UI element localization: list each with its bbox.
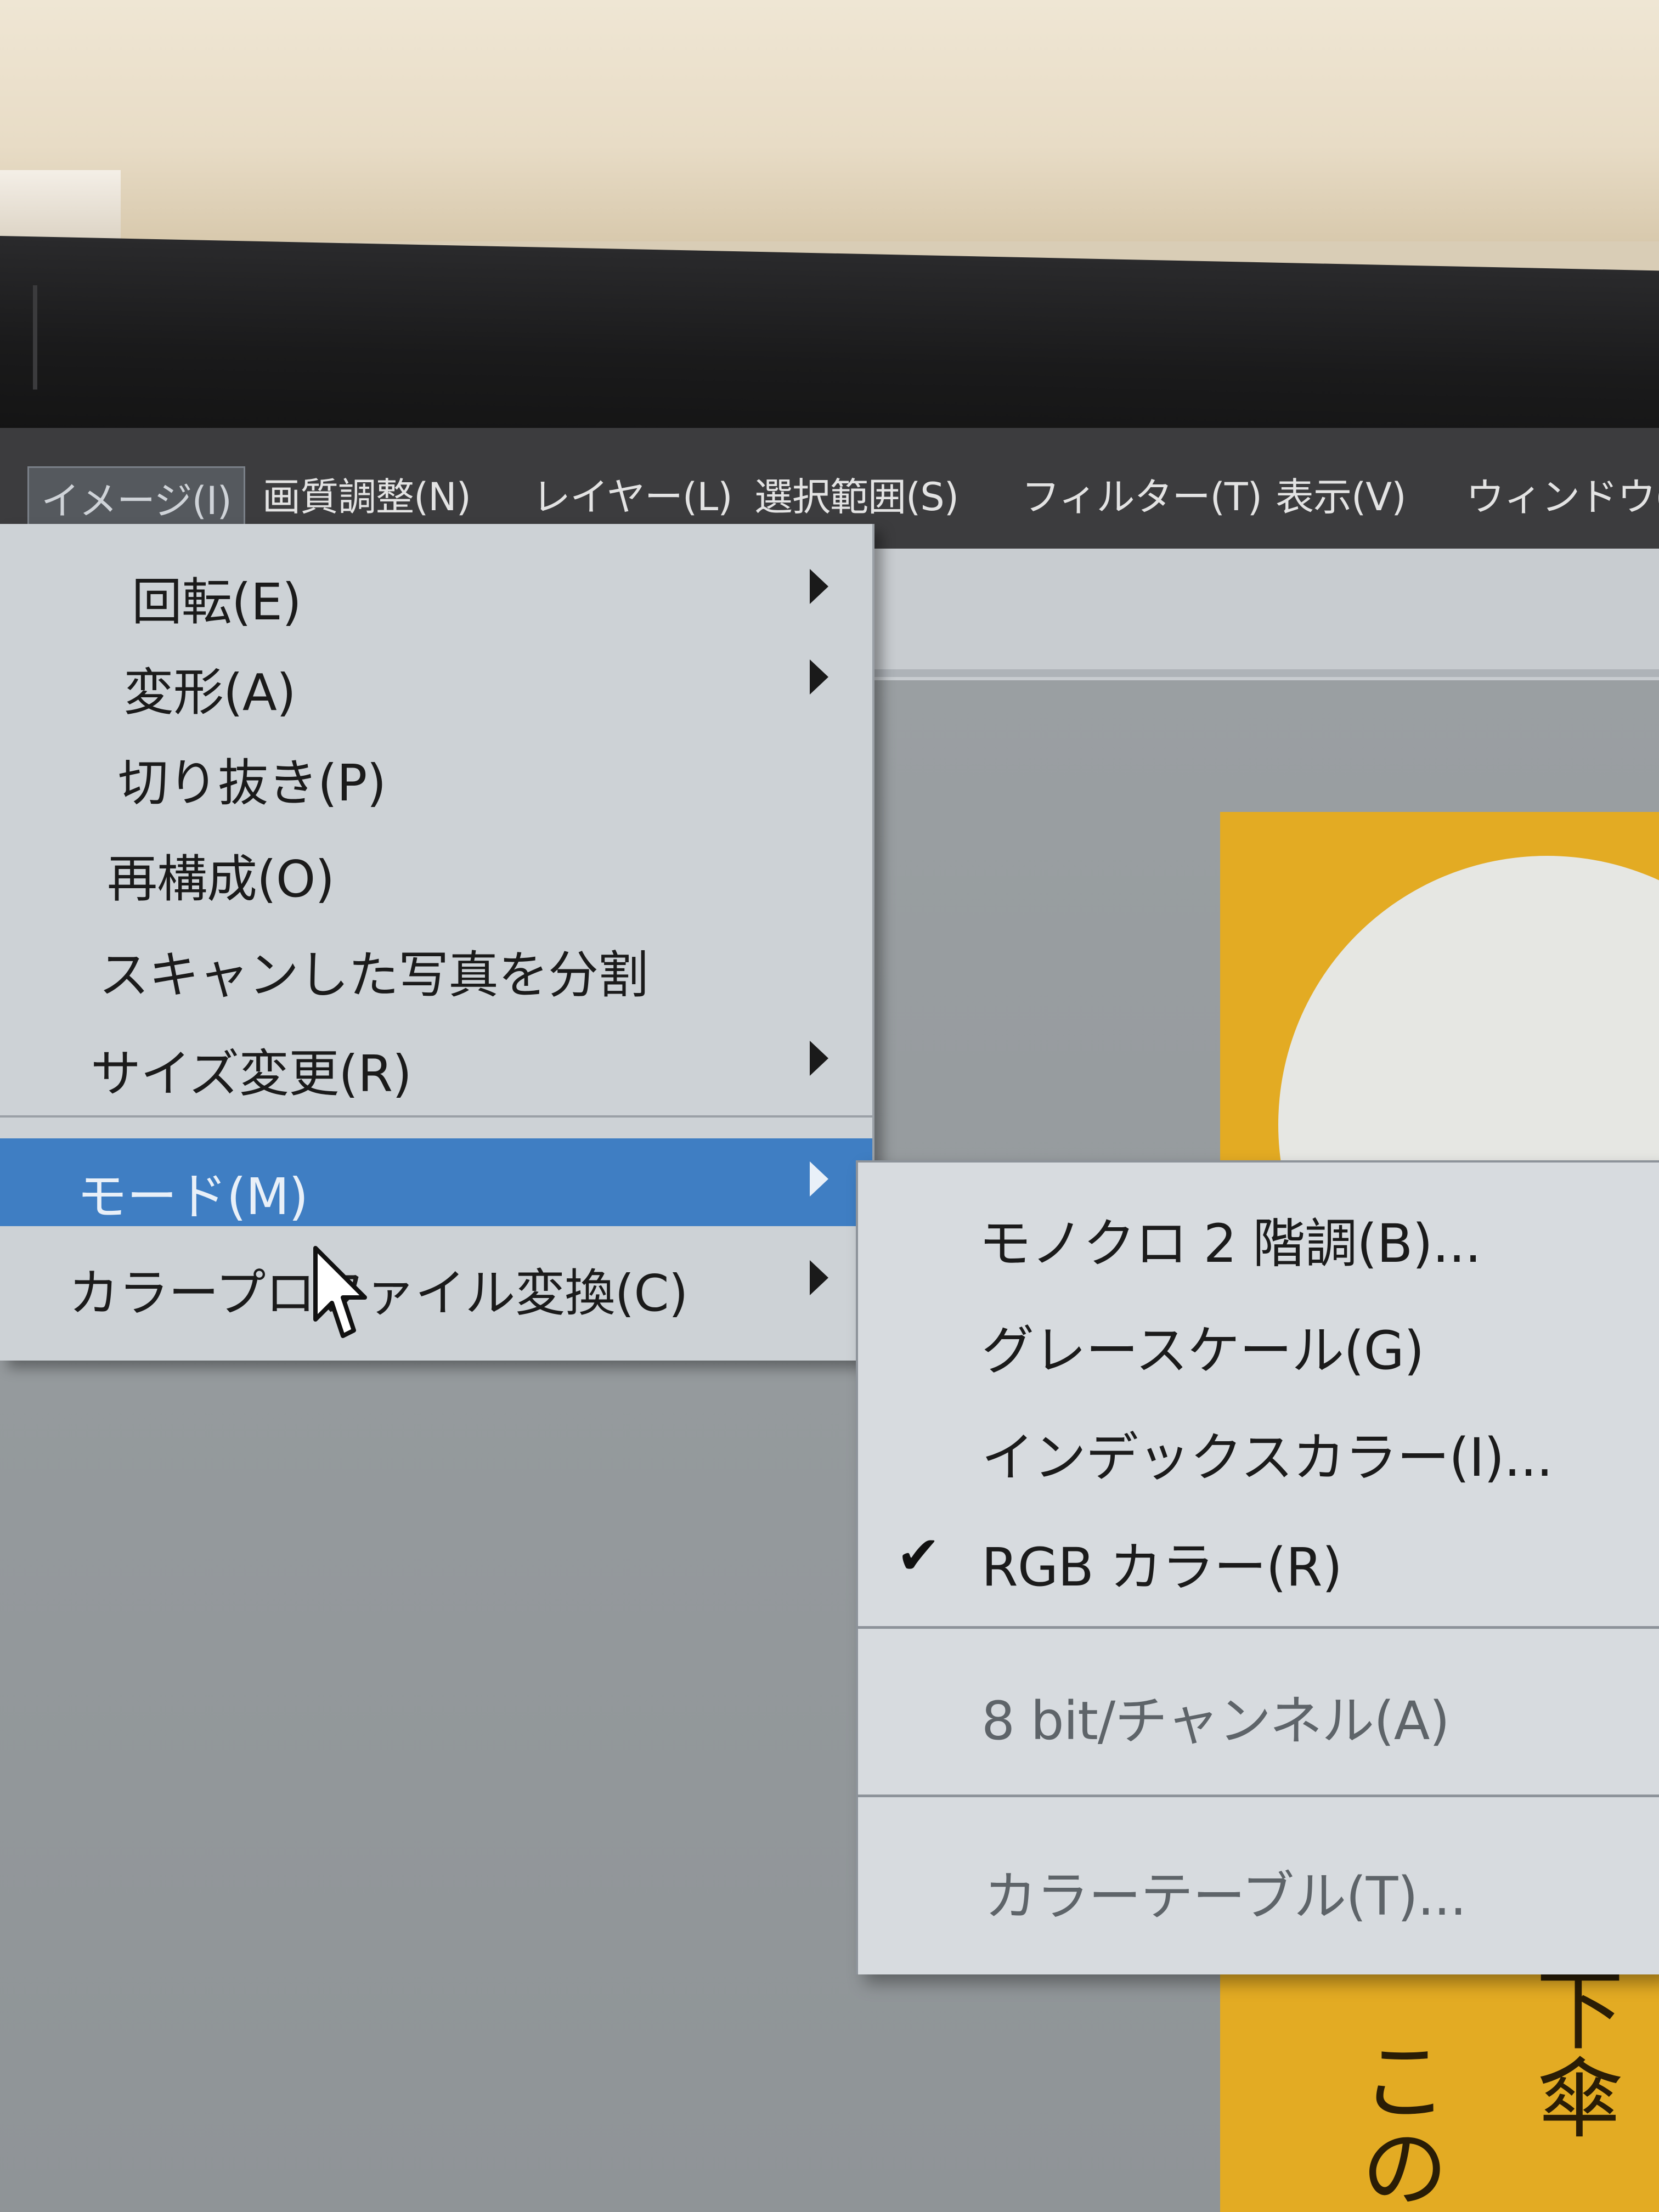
background-wall [0, 0, 1659, 241]
app-screen: イメージ(I) 画質調整(N) レイヤー(L) 選択範囲(S) フィルター(T)… [0, 428, 1659, 2212]
menu-item-label: 変形(A) [123, 663, 296, 722]
submenu-item-color-table[interactable]: カラーテーブル(T)... [858, 1832, 1659, 1936]
menu-item-transform[interactable]: 変形(A) [0, 636, 872, 722]
menu-item-label: サイズ変更(R) [91, 1045, 412, 1103]
menu-item-label: 回転(E) [132, 573, 302, 631]
submenu-item-label: RGB カラー(R) [981, 1537, 1342, 1598]
menu-item-label: 切り抜き(P) [118, 754, 386, 812]
mouse-cursor-icon [313, 1246, 367, 1338]
submenu-item-rgb[interactable]: ✔ RGB カラー(R) [858, 1503, 1659, 1607]
menu-item-resize[interactable]: サイズ変更(R) [0, 1018, 872, 1103]
submenu-arrow-icon [810, 659, 828, 695]
submenu-item-bitmap[interactable]: モノクロ 2 階調(B)... [858, 1179, 1659, 1283]
menu-item-split-scanned[interactable]: スキャンした写真を分割 [0, 919, 872, 1005]
submenu-separator [858, 1795, 1659, 1797]
submenu-item-grayscale[interactable]: グレースケール(G) [858, 1286, 1659, 1390]
image-menu-dropdown: 回転(E) 変形(A) 切り抜き(P) 再構成(O) スキャンした写真を分割 サ… [0, 524, 874, 1361]
submenu-arrow-icon [810, 1161, 828, 1197]
menu-adjust[interactable]: 画質調整(N) [262, 466, 471, 522]
submenu-item-label: カラーテーブル(T)... [984, 1866, 1466, 1927]
options-bar-border [856, 669, 1659, 677]
submenu-item-8bit[interactable]: 8 bit/チャンネル(A) [858, 1656, 1659, 1760]
menu-filter[interactable]: フィルター(T) [1022, 466, 1262, 522]
menu-item-rotate[interactable]: 回転(E) [0, 546, 872, 631]
menu-window[interactable]: ウィンドウ(W [1466, 466, 1659, 522]
menu-item-convert-profile[interactable]: カラープロファイル変換(C) [0, 1237, 872, 1323]
submenu-item-label: モノクロ 2 階調(B)... [979, 1213, 1481, 1274]
submenu-item-label: 8 bit/チャンネル(A) [981, 1690, 1450, 1752]
submenu-item-label: インデックスカラー(I)... [981, 1427, 1553, 1488]
checkmark-icon: ✔ [896, 1525, 941, 1586]
menu-item-crop[interactable]: 切り抜き(P) [0, 727, 872, 812]
options-bar [856, 549, 1659, 680]
mode-submenu: モノクロ 2 階調(B)... グレースケール(G) インデックスカラー(I).… [856, 1160, 1659, 1974]
submenu-arrow-icon [810, 569, 828, 604]
document-text-2: この [1346, 2035, 1448, 2211]
submenu-arrow-icon [810, 1041, 828, 1076]
submenu-item-label: グレースケール(G) [981, 1320, 1424, 1381]
menu-layer[interactable]: レイヤー(L) [532, 466, 733, 522]
monitor-bezel-edge [33, 285, 37, 390]
menu-select[interactable]: 選択範囲(S) [754, 466, 959, 522]
menu-item-recompose[interactable]: 再構成(O) [0, 823, 872, 909]
menu-view[interactable]: 表示(V) [1276, 466, 1407, 522]
submenu-arrow-icon [810, 1260, 828, 1295]
menu-separator [0, 1115, 872, 1118]
submenu-separator [858, 1626, 1659, 1629]
menu-image[interactable]: イメージ(I) [27, 466, 245, 529]
document-text-1: 下傘 [1521, 1964, 1624, 2140]
background-shelf [0, 170, 121, 241]
menu-item-mode[interactable]: モード(M) [0, 1138, 872, 1226]
menu-item-label: 再構成(O) [107, 850, 335, 909]
menu-item-label: スキャンした写真を分割 [99, 946, 648, 1005]
submenu-item-indexed[interactable]: インデックスカラー(I)... [858, 1393, 1659, 1497]
menu-item-label: モード(M) [77, 1167, 308, 1226]
